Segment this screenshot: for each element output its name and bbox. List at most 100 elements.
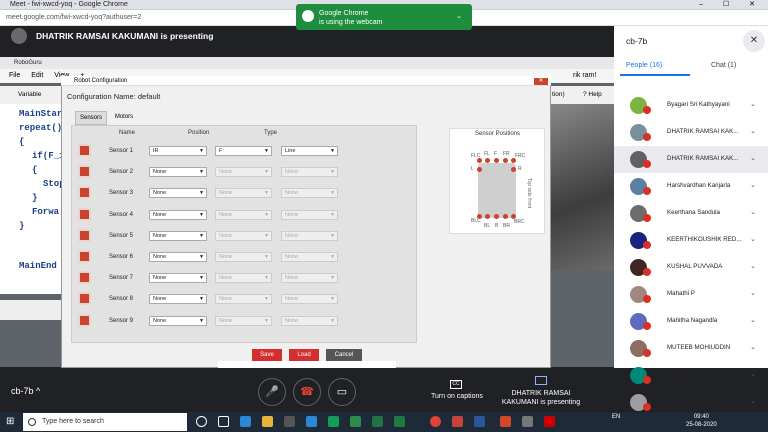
chevron-down-icon[interactable]: ⌄ — [750, 127, 756, 135]
code-editor[interactable]: MainStar repeat() { if(F_is { Stop } For… — [0, 104, 70, 294]
tray-language[interactable]: EN — [612, 414, 620, 420]
sensor-position-select[interactable]: None ▼ — [149, 209, 207, 220]
task-view-icon[interactable] — [218, 416, 229, 427]
present-icon[interactable] — [535, 376, 547, 385]
mic-icon[interactable]: 🎤 — [258, 378, 286, 406]
chrome-icon[interactable] — [430, 416, 441, 427]
sensor-type-select[interactable]: None ▼ — [281, 315, 338, 326]
present-status[interactable]: DHATRIK RAMSAI KAKUMANI is presenting — [498, 389, 584, 407]
participant-row[interactable]: Harshvardhan Kanjarla ⌄ — [614, 173, 768, 200]
chevron-down-icon[interactable]: ⌄ — [750, 100, 756, 108]
chevron-down-icon[interactable]: ⌄ — [750, 316, 756, 324]
store-icon[interactable] — [284, 416, 295, 427]
app-icon[interactable] — [350, 416, 361, 427]
participant-row[interactable]: DHATRIK RAMSAI KAK... ⌄ — [614, 146, 768, 173]
taskbar-search[interactable]: Type here to search — [23, 413, 187, 431]
chevron-down-icon[interactable]: ⌄ — [456, 12, 462, 21]
tab-chat[interactable]: Chat (1) — [711, 62, 736, 69]
meeting-details[interactable]: cb-7b ^ — [11, 386, 40, 396]
sensor-type-select[interactable]: Line ▼ — [281, 146, 338, 156]
cancel-button[interactable]: Cancel — [326, 349, 362, 361]
menu-file[interactable]: File — [9, 72, 20, 79]
participant-row[interactable]: KUSHAL PUVVADA ⌄ — [614, 254, 768, 281]
select-value: IR — [153, 148, 159, 154]
run-controls[interactable] — [0, 300, 68, 320]
sensor-position-select[interactable]: None ▼ — [149, 230, 207, 241]
participant-row[interactable]: Mahitha Nagandla ⌄ — [614, 308, 768, 335]
chevron-down-icon[interactable]: ⌄ — [750, 181, 756, 189]
participant-row[interactable]: DHATRIK RAMSAI KAK... ⌄ — [614, 119, 768, 146]
chevron-down-icon[interactable]: ⌄ — [750, 370, 756, 378]
chevron-down-icon[interactable]: ⌄ — [750, 208, 756, 216]
windows-start-icon[interactable]: ⊞ — [6, 416, 17, 427]
edge-icon[interactable] — [240, 416, 251, 427]
sensor-position-select[interactable]: None ▼ — [149, 188, 207, 199]
sensor-position-select[interactable]: None ▼ — [149, 294, 207, 305]
participant-row[interactable]: KEERTHIKOUSHIK RED... ⌄ — [614, 227, 768, 254]
participant-row[interactable]: Byagari Sri Kathyayani ⌄ — [614, 92, 768, 119]
file-explorer-icon[interactable] — [262, 416, 273, 427]
app-icon[interactable] — [522, 416, 533, 427]
load-button[interactable]: Load — [289, 349, 319, 361]
close-icon[interactable]: ✕ — [743, 30, 765, 52]
sensor-type-select[interactable]: None ▼ — [281, 209, 338, 220]
sensor-type-select[interactable]: None ▼ — [281, 252, 338, 262]
sensor-position-select[interactable]: None ▼ — [149, 315, 207, 326]
sensor-side-select[interactable]: None ▼ — [215, 294, 272, 305]
cortana-icon[interactable] — [196, 416, 207, 427]
sensor-position-select[interactable]: None ▼ — [149, 167, 207, 178]
tab-motors[interactable]: Motors — [110, 111, 138, 125]
chevron-down-icon[interactable]: ⌄ — [750, 262, 756, 270]
webcam-toast[interactable]: Google Chrome is using the webcam ⌄ — [296, 4, 472, 30]
word-icon[interactable] — [474, 416, 485, 427]
participant-row[interactable]: Keerthana Sandula ⌄ — [614, 200, 768, 227]
app-icon[interactable] — [394, 416, 405, 427]
chevron-down-icon[interactable]: ⌄ — [750, 289, 756, 297]
dialog-close-icon[interactable]: ✕ — [534, 78, 548, 85]
mail-icon[interactable] — [306, 416, 317, 427]
sensor-type-select[interactable]: None ▼ — [281, 230, 338, 241]
sensor-side-select[interactable]: F ▼ — [215, 146, 272, 156]
sensor-side-select[interactable]: None ▼ — [215, 315, 272, 326]
sensor-side-select[interactable]: None ▼ — [215, 273, 272, 284]
sensor-position-select[interactable]: IR ▼ — [149, 146, 207, 156]
variable-button[interactable]: Variable — [18, 86, 41, 104]
chevron-down-icon[interactable]: ⌄ — [750, 154, 756, 162]
camera-icon[interactable]: ▭ — [328, 378, 356, 406]
window-controls[interactable]: – ☐ ✕ — [699, 0, 764, 8]
participant-row[interactable]: Rishik Srivarsal Reddy ⌄ — [614, 362, 768, 389]
chrome-icon — [302, 10, 314, 22]
sensor-position-select[interactable]: None ▼ — [149, 252, 207, 262]
sensor-side-select[interactable]: None ▼ — [215, 230, 272, 241]
tab-people[interactable]: People (16) — [626, 62, 686, 69]
participant-row[interactable]: MUTEEB MOHIUDDIN ⌄ — [614, 335, 768, 362]
captions-icon[interactable]: CC — [450, 380, 462, 389]
chevron-down-icon[interactable]: ⌄ — [750, 343, 756, 351]
sensor-type-select[interactable]: None ▼ — [281, 273, 338, 284]
caret-up-icon[interactable]: ^ — [36, 386, 40, 396]
app-icon[interactable] — [544, 416, 555, 427]
sensor-position-select[interactable]: None ▼ — [149, 273, 207, 284]
app-icon[interactable] — [328, 416, 339, 427]
sensor-side-select[interactable]: None ▼ — [215, 188, 272, 199]
sensor-side-select[interactable]: None ▼ — [215, 209, 272, 220]
menu-edit[interactable]: Edit — [31, 72, 43, 79]
sensor-side-select[interactable]: None ▼ — [215, 167, 272, 178]
app-icon[interactable] — [452, 416, 463, 427]
excel-icon[interactable] — [372, 416, 383, 427]
sensor-type-select[interactable]: None ▼ — [281, 294, 338, 305]
sensor-type-select[interactable]: None ▼ — [281, 167, 338, 178]
help-button[interactable]: ? Help — [583, 86, 602, 104]
sensor-type-select[interactable]: None ▼ — [281, 188, 338, 199]
taskbar-clock[interactable]: 09:40 25-08-2020 — [686, 413, 717, 429]
powerpoint-icon[interactable] — [500, 416, 511, 427]
chevron-down-icon[interactable]: ⌄ — [750, 397, 756, 405]
participant-row[interactable]: Mahathi P ⌄ — [614, 281, 768, 308]
tab-sensors[interactable]: Sensors — [75, 111, 107, 125]
captions-button[interactable]: Turn on captions — [431, 393, 483, 400]
chevron-down-icon[interactable]: ⌄ — [750, 235, 756, 243]
save-button[interactable]: Save — [252, 349, 282, 361]
sensor-side-select[interactable]: None ▼ — [215, 252, 272, 262]
hangup-icon[interactable]: ☎ — [293, 378, 321, 406]
sensor-dot-br — [503, 214, 508, 219]
